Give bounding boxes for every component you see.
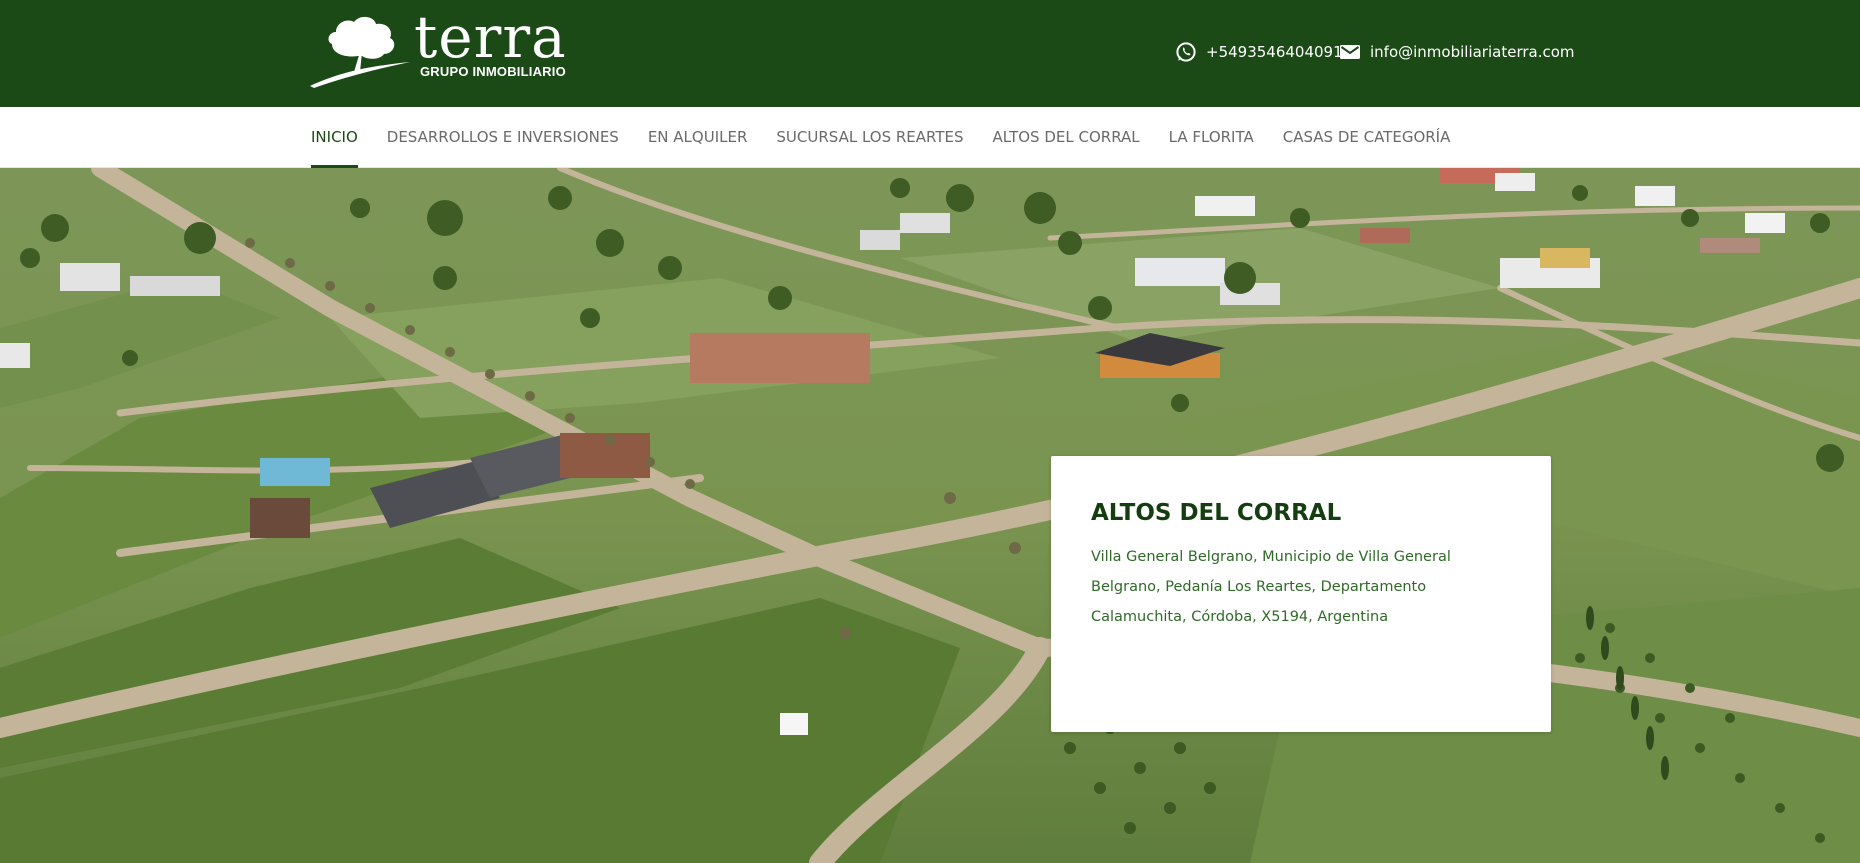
phone-link[interactable]: +5493546404091 <box>1174 40 1343 64</box>
brand-logo[interactable]: terra GRUPO INMOBILIARIO <box>310 8 570 90</box>
email-link[interactable]: info@inmobiliariaterra.com <box>1338 40 1575 64</box>
nav-item-altos-del-corral[interactable]: ALTOS DEL CORRAL <box>993 107 1140 168</box>
hero-section: ALTOS DEL CORRAL Villa General Belgrano,… <box>0 168 1860 863</box>
brand-tagline: GRUPO INMOBILIARIO <box>420 64 566 79</box>
tree-logo-icon <box>310 16 410 88</box>
location-card: ALTOS DEL CORRAL Villa General Belgrano,… <box>1051 456 1551 732</box>
location-address: Villa General Belgrano, Municipio de Vil… <box>1091 549 1451 625</box>
nav-menu: INICIO DESARROLLOS E INVERSIONES EN ALQU… <box>311 107 1479 168</box>
top-header: terra GRUPO INMOBILIARIO +5493546404091 … <box>0 0 1860 107</box>
email-address: info@inmobiliariaterra.com <box>1370 43 1575 61</box>
whatsapp-icon <box>1174 40 1198 64</box>
mail-icon <box>1338 40 1362 64</box>
nav-item-en-alquiler[interactable]: EN ALQUILER <box>648 107 748 168</box>
main-navigation: INICIO DESARROLLOS E INVERSIONES EN ALQU… <box>0 107 1860 168</box>
brand-wordmark: terra <box>414 3 567 71</box>
hero-aerial-photo <box>0 168 1860 863</box>
nav-item-sucursal-los-reartes[interactable]: SUCURSAL LOS REARTES <box>776 107 963 168</box>
nav-item-inicio[interactable]: INICIO <box>311 107 358 168</box>
nav-item-desarrollos-e-inversiones[interactable]: DESARROLLOS E INVERSIONES <box>387 107 619 168</box>
location-title: ALTOS DEL CORRAL <box>1091 500 1342 526</box>
nav-item-casas-de-categoria[interactable]: CASAS DE CATEGORÍA <box>1283 107 1451 168</box>
phone-number: +5493546404091 <box>1206 43 1343 61</box>
nav-item-la-florita[interactable]: LA FLORITA <box>1169 107 1254 168</box>
